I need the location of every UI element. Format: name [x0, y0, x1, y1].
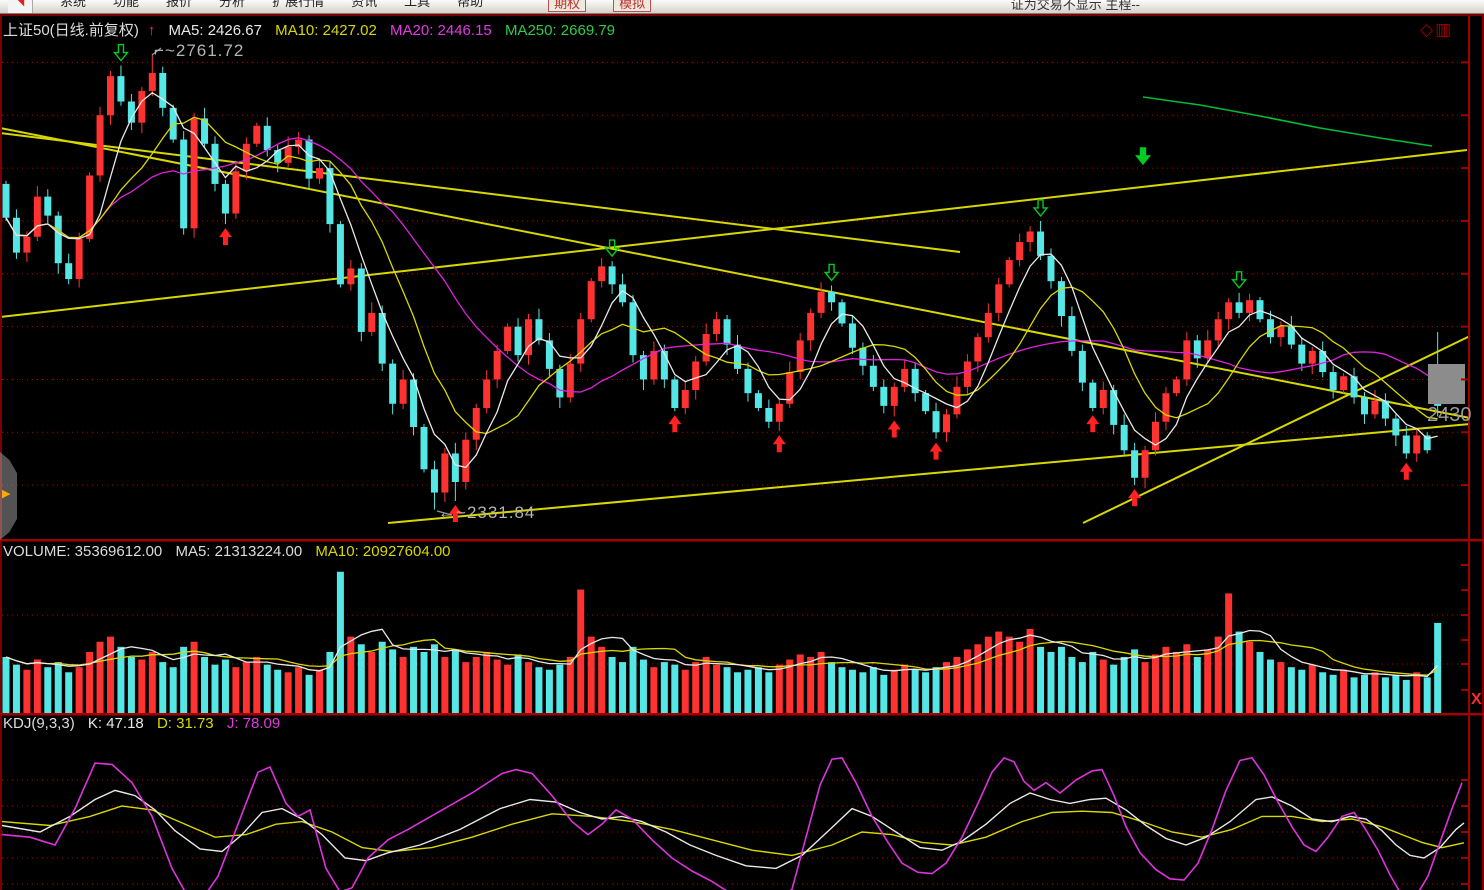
logo-glyph: ◥ [15, 0, 24, 8]
menu-item-5[interactable]: 资讯 [351, 0, 377, 9]
symbol-title[interactable]: 上证50(日线.前复权) [3, 22, 139, 39]
high-annotation-pointer: ⌐~ [154, 41, 176, 60]
sell-arrow-icon [1233, 272, 1246, 288]
kdj-indicator-name[interactable]: KDJ(9,3,3) [3, 715, 75, 732]
volume-ma-lines [6, 629, 1438, 676]
sell-arrow-solid-icon [1137, 148, 1150, 164]
menu-bar: ◥ 系统 功能 报价 分析 扩展行情 资讯 工具 帮助 期权 模拟 证为交易不显示 主程-- [0, 0, 1484, 14]
menu-item-6[interactable]: 工具 [404, 0, 430, 9]
kdj-panel-header: KDJ(9,3,3) K: 47.18 D: 31.73 J: 78.09 [3, 715, 289, 732]
menu-item-1[interactable]: 功能 [113, 0, 139, 9]
menu-item-list: ◥ 系统 功能 报价 分析 扩展行情 资讯 工具 帮助 期权 模拟 [0, 0, 1484, 13]
kdj-k-value: K: 47.18 [88, 715, 144, 732]
ma10-value: MA10: 2427.02 [275, 22, 377, 39]
kline-chart[interactable] [0, 0, 1484, 890]
kdj-d-value: D: 31.73 [157, 715, 214, 732]
last-price-label: 2430 [1427, 404, 1471, 427]
signal-arrows [114, 45, 1412, 522]
buy-arrow-icon [773, 435, 786, 452]
corner-icons: ◇▥ [1420, 20, 1453, 40]
panel-frame-and-axis [0, 14, 1484, 890]
trend-lines[interactable] [0, 128, 1470, 523]
ma250-value: MA250: 2669.79 [505, 22, 615, 39]
kdj-j-value: J: 78.09 [227, 715, 280, 732]
menu-item-8[interactable]: 期权 [548, 0, 586, 12]
menu-item-3[interactable]: 分析 [219, 0, 245, 9]
volume-ma10-value: MA10: 20927604.00 [315, 543, 450, 560]
buy-arrow-icon [1128, 489, 1141, 506]
volume-bars [3, 572, 1442, 713]
app-logo-icon[interactable]: ◥ [8, 0, 33, 13]
diamond-icon[interactable]: ◇ [1420, 20, 1435, 39]
menu-item-2[interactable]: 报价 [166, 0, 192, 9]
buy-arrow-icon [1400, 463, 1413, 480]
sell-arrow-icon [825, 264, 838, 280]
gridlines [2, 62, 1467, 884]
main-panel-header: 上证50(日线.前复权) ↑ MA5: 2426.67 MA10: 2427.02… [3, 19, 624, 40]
ma-lines [6, 93, 1438, 468]
volume-panel-header: VOLUME: 35369612.00 MA5: 21313224.00 MA1… [3, 543, 460, 560]
close-panel-button[interactable]: X [1471, 691, 1482, 709]
ma5-value: MA5: 2426.67 [169, 22, 262, 39]
kdj-lines [2, 758, 1464, 890]
menu-item-0[interactable]: 系统 [60, 0, 86, 9]
layout-grid-icon[interactable]: ▥ [1435, 20, 1453, 39]
sell-arrow-icon [1034, 200, 1047, 216]
volume-value: VOLUME: 35369612.00 [3, 543, 162, 560]
ma20-value: MA20: 2446.15 [390, 22, 492, 39]
menu-right-text: 证为交易不显示 主程-- [1011, 0, 1140, 13]
buy-arrow-icon [219, 228, 232, 245]
buy-arrow-icon [888, 420, 901, 437]
high-annotation: ⌐~2761.72 [154, 41, 244, 61]
expand-arrow-icon: ▶ [2, 487, 10, 500]
menu-item-4[interactable]: 扩展行情 [272, 0, 324, 9]
sell-arrow-icon [114, 45, 127, 61]
buy-arrow-icon [668, 415, 681, 432]
menu-item-9[interactable]: 模拟 [613, 0, 651, 12]
low-annotation-pointer: ←~ [438, 503, 467, 522]
drag-box[interactable] [1428, 364, 1465, 404]
trend-up-icon: ↑ [148, 22, 156, 39]
buy-arrow-icon [930, 443, 943, 460]
volume-ma5-value: MA5: 21313224.00 [175, 543, 302, 560]
menu-item-7[interactable]: 帮助 [457, 0, 483, 9]
low-annotation: ←~2331.84 [438, 503, 535, 523]
buy-arrow-icon [1086, 415, 1099, 432]
candles-group [3, 55, 1442, 509]
